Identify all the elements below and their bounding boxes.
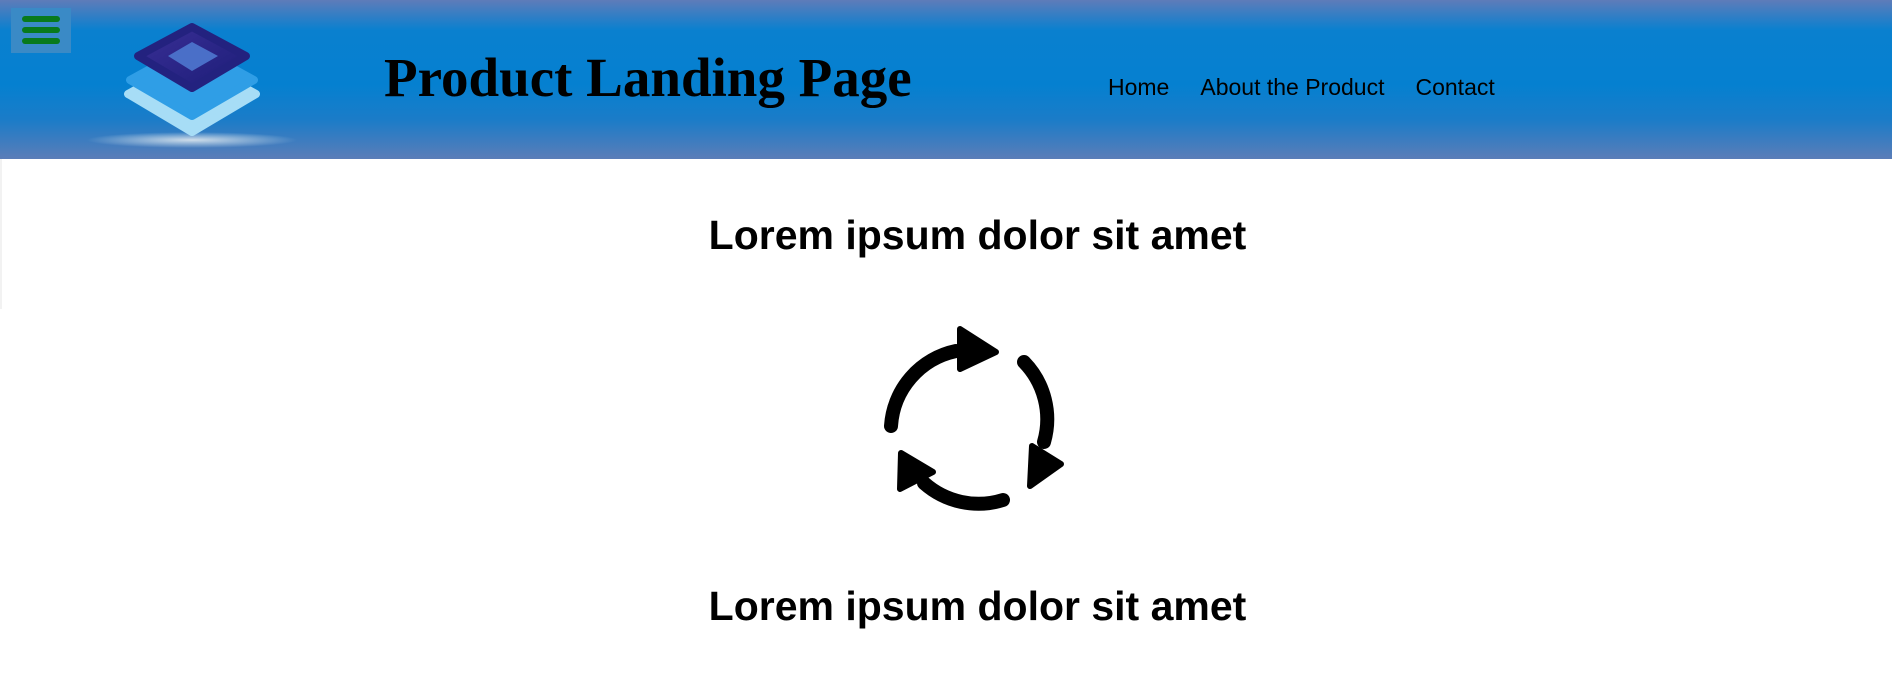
nav-link-home[interactable]: Home [1108,74,1169,101]
nav-link-contact[interactable]: Contact [1415,74,1494,101]
section-heading: Lorem ipsum dolor sit amet [708,583,1247,629]
nav-link-about[interactable]: About the Product [1200,74,1384,101]
section-heading: Lorem ipsum dolor sit amet [708,212,1247,258]
main-content: Lorem ipsum dolor sit amet Lorem ipsum d… [0,159,1892,691]
site-header: Product Landing Page Home About the Prod… [0,0,1892,159]
stacked-layers-logo-icon [87,23,297,148]
main-nav: Home About the Product Contact [1108,72,1495,102]
site-title: Product Landing Page [384,47,912,108]
recycle-arrows-icon [884,326,1064,511]
menu-toggle-button[interactable] [11,8,71,53]
